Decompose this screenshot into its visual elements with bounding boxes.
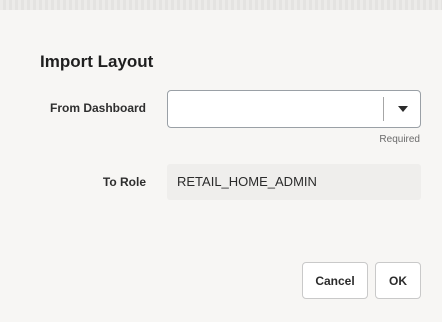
to-role-label: To Role bbox=[102, 175, 146, 189]
from-dashboard-select[interactable] bbox=[167, 90, 421, 128]
required-hint: Required bbox=[379, 134, 420, 145]
chevron-down-icon[interactable] bbox=[398, 106, 408, 112]
dialog-title: Import Layout bbox=[40, 52, 154, 71]
to-role-field: RETAIL_HOME_ADMIN bbox=[167, 164, 421, 200]
from-dashboard-label: From Dashboard bbox=[49, 101, 146, 115]
select-separator bbox=[383, 97, 384, 121]
ok-button[interactable]: OK bbox=[375, 262, 421, 299]
cancel-button[interactable]: Cancel bbox=[302, 262, 368, 299]
top-strip bbox=[0, 0, 442, 10]
